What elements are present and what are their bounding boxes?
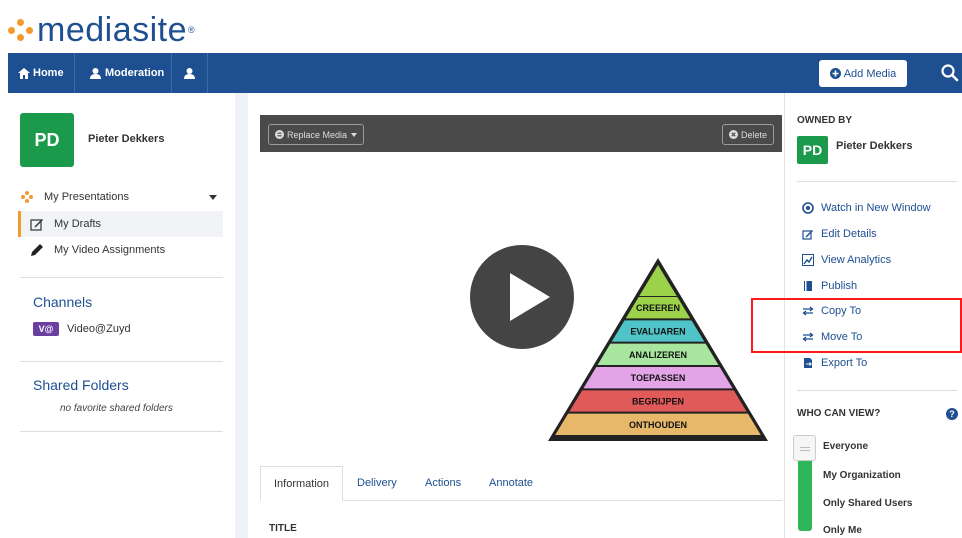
analytics-icon [801,254,815,266]
visibility-option-everyone[interactable]: Everyone [823,441,868,452]
owner-name[interactable]: Pieter Dekkers [836,140,912,152]
shared-folders-heading: Shared Folders [33,377,129,393]
pyramid-level-label: CREEREN [636,303,680,313]
sidebar-item-my-presentations[interactable]: My Presentations [18,185,223,209]
publish-icon [801,280,815,292]
owner-avatar[interactable]: PD [797,136,828,164]
add-media-button[interactable]: Add Media [819,60,907,87]
export-icon [801,357,815,369]
search-icon[interactable] [940,63,960,83]
edit-details-link[interactable]: Edit Details [801,225,877,243]
edit-icon [801,228,815,240]
pyramid-level-label: ANALIZEREN [629,350,687,360]
nav-profile[interactable] [184,53,195,93]
visibility-option-only-shared-users[interactable]: Only Shared Users [823,498,912,509]
publish-link[interactable]: Publish [801,277,857,295]
shared-folders-empty: no favorite shared folders [60,403,173,414]
sidebar-item-my-video-assignments[interactable]: My Video Assignments [28,238,233,262]
channels-heading: Channels [33,294,93,310]
pencil-icon [28,243,46,257]
user-name[interactable]: Pieter Dekkers [88,133,164,145]
visibility-slider-handle[interactable] [793,435,816,461]
channel-item[interactable]: V@ Video@Zuyd [33,317,238,341]
title-field-label: TITLE [269,523,297,534]
caret-down-icon[interactable] [209,194,217,200]
top-navbar: Home Moderation Add Media [8,53,962,93]
nav-moderation[interactable]: Moderation [90,53,164,93]
nav-home[interactable]: Home [18,53,64,93]
export-to-link[interactable]: Export To [801,354,867,372]
replace-media-button[interactable]: Replace Media [268,124,365,145]
tab-delivery[interactable]: Delivery [357,466,397,500]
edit-icon [28,217,46,231]
plus-circle-icon [829,68,841,79]
media-player[interactable]: Replace Media Delete CREEREN EVALUAREN ANA… [260,115,782,450]
pyramid-level-label: EVALUAREN [630,327,685,337]
visibility-option-my-organization[interactable]: My Organization [823,470,901,481]
bloom-pyramid-image: CREEREN EVALUAREN ANALIZEREN TOEPASSEN BEGRI… [548,258,768,441]
close-circle-icon [729,130,738,139]
owned-by-label: OWNED BY [797,115,852,126]
avatar[interactable]: PD [20,113,74,167]
tab-information[interactable]: Information [260,466,344,501]
pyramid-level-label: BEGRIJPEN [632,397,684,407]
player-toolbar: Replace Media Delete [260,115,782,152]
highlight-box [751,298,962,353]
play-circle-icon [801,202,815,214]
play-button[interactable] [470,245,574,349]
play-icon [510,273,550,321]
tab-annotate[interactable]: Annotate [489,466,533,500]
who-can-view-label: WHO CAN VIEW? [797,408,881,419]
pyramid-level-label: ONTHOUDEN [629,420,687,430]
left-sidebar: PD Pieter Dekkers My Presentations My Dr… [8,93,235,538]
user-icon [90,67,101,79]
visibility-option-only-me[interactable]: Only Me [823,525,862,536]
pyramid-level-label: TOEPASSEN [631,373,686,383]
watch-in-new-window-link[interactable]: Watch in New Window [801,199,931,217]
mediasite-logo[interactable]: mediasite ® [8,10,195,49]
caret-down-icon [351,132,358,137]
delete-button[interactable]: Delete [722,124,775,145]
channel-badge: V@ [33,322,59,336]
help-icon[interactable]: ? [946,408,958,420]
replace-icon [275,130,284,139]
user-icon [184,67,195,79]
view-analytics-link[interactable]: View Analytics [801,251,891,269]
home-icon [18,67,30,79]
media-tabs: Information Delivery Actions Annotate [260,466,782,501]
logo-wordmark: mediasite [37,10,188,49]
logo-dots-icon [8,17,34,43]
tab-actions[interactable]: Actions [425,466,461,500]
sidebar-item-my-drafts[interactable]: My Drafts [28,212,233,236]
presentations-icon [18,190,36,204]
